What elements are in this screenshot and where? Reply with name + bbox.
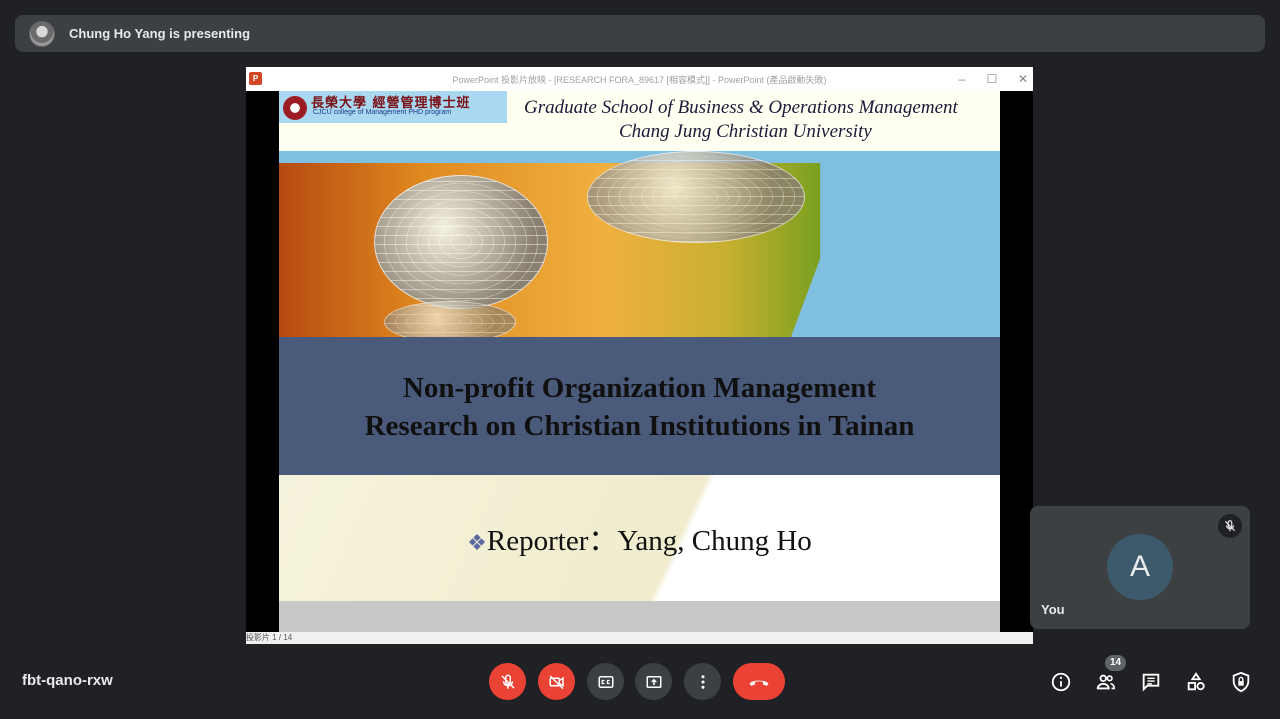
avatar: A xyxy=(1107,534,1173,600)
university-seal-icon xyxy=(283,96,307,120)
leave-call-button[interactable] xyxy=(733,663,785,700)
present-screen-icon xyxy=(646,675,661,688)
participant-count-badge: 14 xyxy=(1105,655,1126,671)
badge-english-name: CJCU college of Management PHD program xyxy=(313,109,452,116)
chat-button[interactable] xyxy=(1139,670,1163,694)
activities-icon xyxy=(1187,672,1205,691)
people-button[interactable] xyxy=(1094,670,1118,694)
reporter-line: ❖Reporter：Yang, Chung Ho xyxy=(279,517,1000,559)
reporter-text: Reporter：Yang, Chung Ho xyxy=(486,525,812,557)
university-name: Chang Jung Christian University xyxy=(619,121,872,142)
university-badge: 長榮大學 經營管理博士班 CJCU college of Management … xyxy=(279,91,507,123)
self-name-label: You xyxy=(1041,602,1065,617)
captions-icon xyxy=(598,675,613,688)
host-controls-button[interactable] xyxy=(1229,670,1253,694)
camera-toggle-button[interactable] xyxy=(538,663,575,700)
self-video-tile[interactable]: A You xyxy=(1030,506,1250,629)
shield-lock-icon xyxy=(1232,671,1250,693)
minimize-icon: – xyxy=(958,72,966,86)
reporter-section: ❖Reporter：Yang, Chung Ho xyxy=(279,475,1000,601)
slide-title-band: Non-profit Organization Management Resea… xyxy=(279,337,1000,475)
slide-title-line1: Non-profit Organization Management xyxy=(402,372,877,404)
more-vert-icon xyxy=(701,674,704,689)
powerpoint-statusbar: 投影片 1 / 14 xyxy=(246,632,1033,644)
presentation-slide: 長榮大學 經營管理博士班 CJCU college of Management … xyxy=(279,91,1000,632)
more-options-button[interactable] xyxy=(684,663,721,700)
slide-counter: 投影片 1 / 14 xyxy=(246,633,293,642)
meeting-code: fbt-qano-rxw xyxy=(22,672,113,689)
school-name: Graduate School of Business & Operations… xyxy=(524,97,958,118)
slide-header: 長榮大學 經營管理博士班 CJCU college of Management … xyxy=(279,91,1000,151)
hang-up-icon xyxy=(749,680,769,686)
chat-icon xyxy=(1142,673,1160,692)
presenter-avatar xyxy=(29,20,55,47)
shared-screen: P PowerPoint 投影片放映 - [RESEARCH FORA_8961… xyxy=(246,67,1033,644)
people-icon xyxy=(1096,674,1116,690)
bullet-icon: ❖ xyxy=(467,530,487,555)
present-screen-button[interactable] xyxy=(635,663,672,700)
maximize-icon: ☐ xyxy=(986,72,998,86)
close-icon: ✕ xyxy=(1017,72,1029,86)
captions-button[interactable] xyxy=(587,663,624,700)
powerpoint-logo-icon: P xyxy=(249,72,262,85)
slide-banner-image xyxy=(279,151,1000,343)
camera-off-icon xyxy=(549,674,564,689)
slide-footer xyxy=(279,601,1000,632)
activities-button[interactable] xyxy=(1184,670,1208,694)
mic-off-icon xyxy=(500,673,515,689)
mic-off-icon xyxy=(1218,514,1242,538)
presenting-banner: Chung Ho Yang is presenting xyxy=(15,15,1265,52)
powerpoint-titlebar: P PowerPoint 投影片放映 - [RESEARCH FORA_8961… xyxy=(246,67,1033,91)
globe-icon xyxy=(374,175,548,309)
mic-toggle-button[interactable] xyxy=(489,663,526,700)
slide-title-line2: Research on Christian Institutions in Ta… xyxy=(364,410,915,442)
window-title: PowerPoint 投影片放映 - [RESEARCH FORA_89617 … xyxy=(452,74,827,85)
globe-icon xyxy=(587,151,805,243)
info-icon xyxy=(1051,672,1071,692)
presenting-label: Chung Ho Yang is presenting xyxy=(69,26,251,41)
meeting-details-button[interactable] xyxy=(1049,670,1073,694)
